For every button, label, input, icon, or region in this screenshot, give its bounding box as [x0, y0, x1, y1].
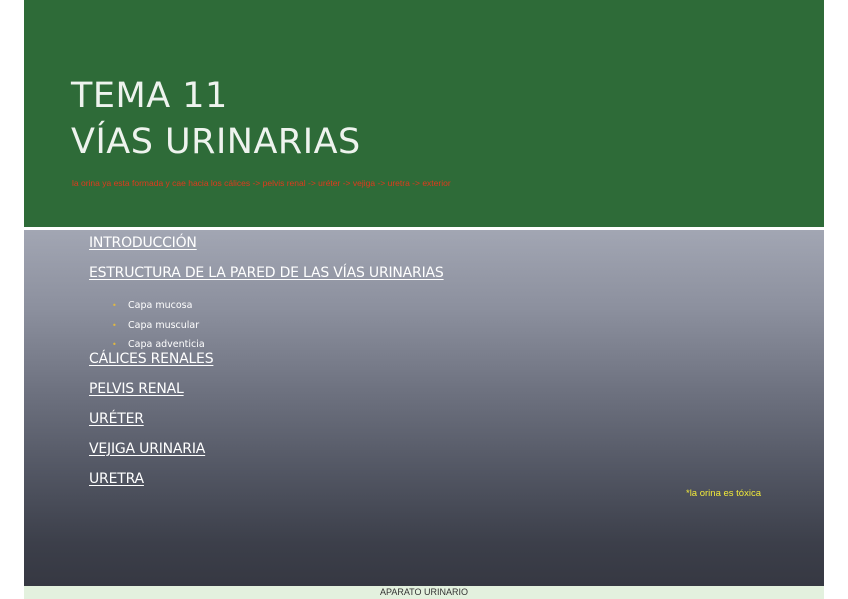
- topic-link-uretra[interactable]: URETRA: [89, 471, 144, 487]
- slide-footer: APARATO URINARIO: [24, 586, 824, 599]
- topic-link-vejiga-urinaria[interactable]: VEJIGA URINARIA: [89, 441, 205, 457]
- subtopic-label: Capa adventicia: [128, 339, 205, 350]
- slide-header: TEMA 11 VÍAS URINARIAS la orina ya esta …: [24, 0, 824, 227]
- title-line-topic-number: TEMA 11: [71, 76, 228, 116]
- slide-title: TEMA 11 VÍAS URINARIAS: [71, 73, 361, 165]
- slide: TEMA 11 VÍAS URINARIAS la orina ya esta …: [24, 0, 824, 599]
- subtopic-label: Capa mucosa: [128, 300, 193, 311]
- subtopic-item: • Capa muscular: [112, 320, 205, 340]
- topic-link-estructura-pared[interactable]: ESTRUCTURA DE LA PARED DE LAS VÍAS URINA…: [89, 265, 444, 281]
- slide-body: INTRODUCCIÓN ESTRUCTURA DE LA PARED DE L…: [24, 230, 824, 586]
- subtopic-item: • Capa mucosa: [112, 300, 205, 320]
- bullet-icon: •: [112, 320, 117, 330]
- topic-link-introduccion[interactable]: INTRODUCCIÓN: [89, 235, 197, 251]
- topic-link-pelvis-renal[interactable]: PELVIS RENAL: [89, 381, 184, 397]
- title-line-topic-name: VÍAS URINARIAS: [71, 122, 361, 162]
- side-note: *la orina es tóxica: [686, 488, 761, 499]
- bullet-icon: •: [112, 340, 117, 349]
- subtopic-label: Capa muscular: [128, 319, 200, 331]
- header-annotation: la orina ya esta formada y cae hacia los…: [72, 178, 451, 188]
- bullet-icon: •: [112, 301, 117, 310]
- subtopic-list: • Capa mucosa • Capa muscular • Capa adv…: [112, 300, 205, 359]
- topic-link-ureter[interactable]: URÉTER: [89, 411, 144, 427]
- topic-link-calices-renales[interactable]: CÁLICES RENALES: [89, 351, 214, 367]
